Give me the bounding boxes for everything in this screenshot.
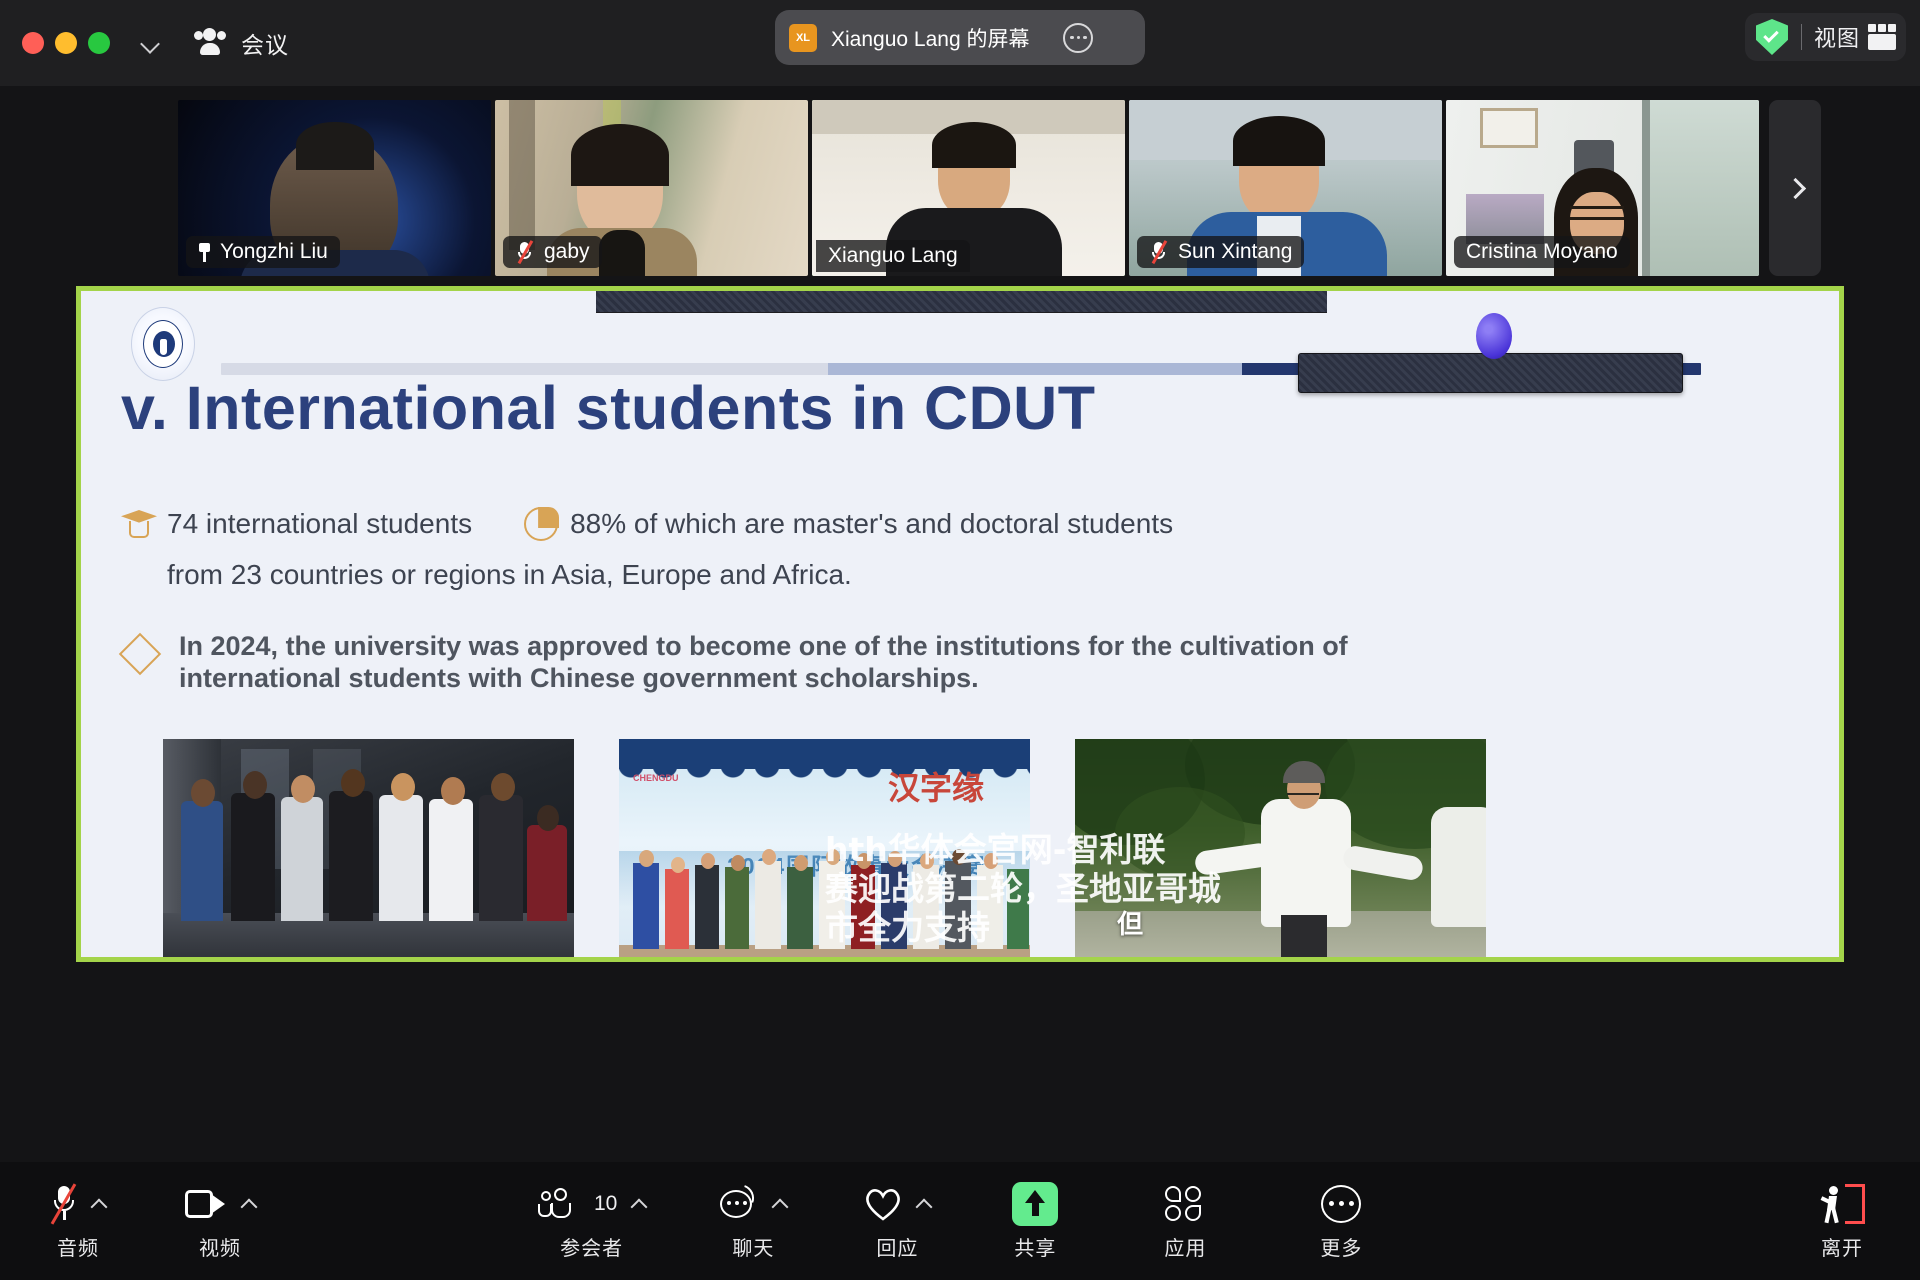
share-banner-title: Xianguo Lang 的屏幕 [831,27,1030,51]
participant-name: Yongzhi Liu [220,240,328,263]
toolbar-reactions-label: 回应 [876,1237,919,1260]
participants-icon [538,1187,578,1220]
diamond-icon [118,632,162,676]
leave-meeting-icon [1819,1183,1865,1224]
slide-stats-row: 74 international students 88% of which a… [121,507,1173,541]
participant-name-chip: Cristina Moyano [1454,236,1630,268]
toolbar-more-button[interactable]: 更多 [1303,1182,1379,1261]
mic-muted-icon [515,240,535,264]
meeting-indicator[interactable]: 会议 [192,26,289,60]
video-options-caret-icon[interactable] [240,1198,258,1215]
cdut-university-logo [131,307,195,381]
photo2-city-label: CHENGDU [633,773,679,783]
view-controls: 视图 [1744,13,1906,61]
toolbar-audio-button[interactable]: 音频 [40,1182,116,1261]
photo2-calligraphy: 汉字缘 [887,769,984,807]
chat-options-caret-icon[interactable] [771,1198,789,1215]
toolbar-share-label: 共享 [1014,1237,1057,1260]
toolbar-audio-label: 音频 [57,1237,99,1260]
toolbar-more-label: 更多 [1320,1237,1363,1260]
toolbar-video-button[interactable]: 视频 [182,1182,258,1261]
participant-tile[interactable]: gaby [495,100,808,276]
toolbar-apps-label: 应用 [1164,1237,1207,1260]
slide-photo-row: CHENGDU 汉字缘 2024国际故事大会决赛 [163,739,1486,957]
toolbar-apps-button[interactable]: 应用 [1147,1182,1223,1261]
participants-count: 10 [594,1191,618,1215]
divider [1800,24,1802,50]
slide-title: v. International students in CDUT [121,374,1096,442]
reactions-options-caret-icon[interactable] [915,1198,933,1215]
audio-options-caret-icon[interactable] [90,1198,108,1215]
traffic-light-controls [22,32,110,54]
participant-tile-active[interactable]: Xianguo Lang [812,100,1125,276]
photo-taichi-park: 但 [1075,739,1486,957]
toolbar-participants-button[interactable]: 10 参会者 [538,1182,648,1261]
toolbar-participants-label: 参会者 [560,1237,624,1260]
maximize-window-button[interactable] [88,32,110,54]
participant-name-chip: Sun Xintang [1137,236,1305,268]
screen-share-banner[interactable]: XL Xianguo Lang 的屏幕 [775,10,1145,65]
ellipsis-circle-icon[interactable] [1063,22,1094,53]
toolbar-chat-button[interactable]: 聊天 [715,1182,791,1261]
photo3-caption: 但 [1117,910,1144,940]
slide-paragraph: In 2024, the university was approved to … [179,631,1348,693]
photo-ceremony-award: CHENGDU 汉字缘 2024国际故事大会决赛 [619,739,1030,957]
participant-name: Sun Xintang [1178,240,1293,263]
participant-name: gaby [544,240,590,263]
camera-icon [185,1189,227,1218]
stat-students: 74 international students [167,508,473,539]
participant-name: Xianguo Lang [828,244,958,267]
pin-icon [198,242,211,262]
participant-name-chip: Xianguo Lang [816,240,970,272]
pie-chart-icon [524,507,559,541]
stat-percent: 88% of which are master's and doctoral s… [570,508,1174,539]
meeting-toolbar: 音频 视频 10 参会者 聊天 回应 共享 应用 更多 离开 [0,1162,1920,1280]
zoom-meeting-window: 会议 XL Xianguo Lang 的屏幕 视图 Yongzhi Liu ga… [0,0,1920,1280]
participant-name-chip: gaby [503,236,602,268]
participant-tile[interactable]: Yongzhi Liu [178,100,491,276]
shared-screen-area[interactable]: v. International students in CDUT 74 int… [76,286,1844,962]
people-icon [192,27,228,59]
graduation-cap-icon [121,509,157,539]
slide-paragraph-block: In 2024, the university was approved to … [118,631,1721,695]
toolbar-leave-label: 离开 [1821,1237,1863,1260]
minimize-window-button[interactable] [55,32,77,54]
microphone-muted-icon [50,1182,77,1225]
photo-international-students-group [163,739,574,957]
mic-muted-icon [1149,240,1169,264]
stat-line2: from 23 countries or regions in Asia, Eu… [167,559,852,590]
view-button-label[interactable]: 视图 [1814,21,1860,53]
heart-icon [864,1187,902,1221]
participant-tile[interactable]: Cristina Moyano [1446,100,1759,276]
shield-check-icon[interactable] [1755,18,1789,56]
grid-layout-icon[interactable] [1868,24,1896,50]
close-window-button[interactable] [22,32,44,54]
toolbar-share-button[interactable]: 共享 [997,1181,1073,1261]
participants-options-caret-icon[interactable] [630,1198,648,1215]
meeting-label: 会议 [241,32,289,58]
purple-orb-decoration [1476,313,1512,359]
toolbar-leave-button[interactable]: 离开 [1804,1182,1880,1261]
window-title-bar: 会议 XL Xianguo Lang 的屏幕 视图 [0,0,1920,86]
participant-filmstrip: Yongzhi Liu gaby Xianguo Lang Sun Xintan… [178,100,1821,276]
toolbar-reactions-button[interactable]: 回应 [859,1182,935,1261]
chat-bubble-icon [720,1184,759,1221]
participant-tile[interactable]: Sun Xintang [1129,100,1442,276]
more-ellipsis-icon [1321,1184,1362,1223]
hatched-overlay-right [1298,353,1683,393]
chevron-down-icon[interactable] [140,32,162,54]
participant-name-chip: Yongzhi Liu [186,236,340,268]
hatched-overlay-top [596,291,1327,313]
participant-name: Cristina Moyano [1466,240,1618,263]
toolbar-chat-label: 聊天 [732,1237,775,1260]
presentation-slide: v. International students in CDUT 74 int… [81,291,1839,957]
toolbar-video-label: 视频 [199,1237,241,1260]
chevron-right-icon[interactable] [1769,100,1821,276]
apps-icon [1165,1185,1205,1222]
sharer-avatar: XL [789,23,817,52]
share-screen-icon[interactable] [1012,1181,1059,1226]
